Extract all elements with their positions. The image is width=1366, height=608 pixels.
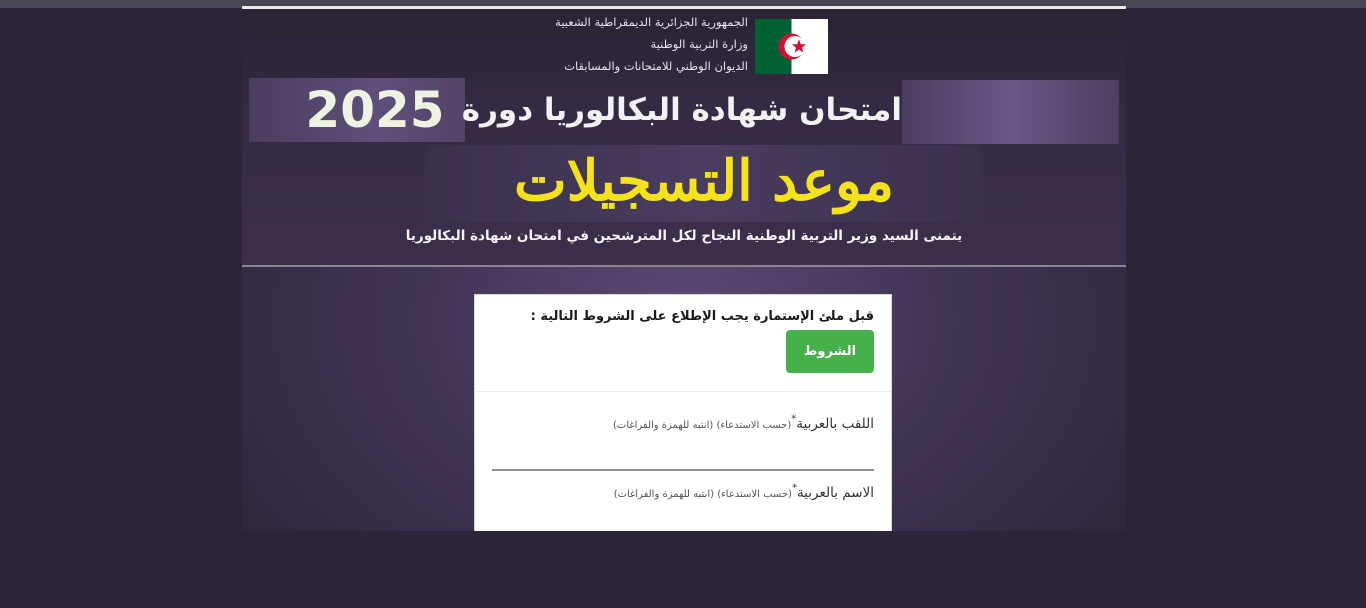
- minister-message: يتمنى السيد وزير التربية الوطنية النجاح …: [405, 228, 963, 244]
- banner-right: [902, 80, 1119, 144]
- surname-label-text: اللقب بالعربية: [796, 416, 874, 432]
- header: الجمهورية الجزائرية الديمقراطية الشعبية …: [242, 9, 1126, 267]
- surname-input[interactable]: [492, 445, 874, 471]
- main-frame: الجمهورية الجزائرية الديمقراطية الشعبية …: [242, 6, 1126, 531]
- ministry-text: وزارة التربية الوطنية: [650, 37, 748, 51]
- surname-hint: (حسب الاستدعاء) (انتبه للهمزة والفراغات): [613, 420, 792, 431]
- exam-title: امتحان شهادة البكالوريا دورة: [461, 92, 902, 128]
- registration-form: قبل ملئ الإستمارة يجب الإطلاع على الشروط…: [474, 294, 892, 531]
- lower-background: [236, 531, 1130, 608]
- surname-label: اللقب بالعربية*(حسب الاستدعاء) (انتبه لل…: [613, 413, 874, 432]
- firstname-hint: (حسب الاستدعاء) (انتبه للهمزة والفراغات): [613, 489, 792, 500]
- registration-title: موعد التسجيلات: [514, 148, 894, 214]
- republic-text: الجمهورية الجزائرية الديمقراطية الشعبية: [555, 15, 748, 29]
- terms-button[interactable]: الشروط: [786, 330, 874, 373]
- algeria-flag-icon: [755, 19, 828, 74]
- terms-notice: قبل ملئ الإستمارة يجب الإطلاع على الشروط…: [530, 309, 874, 324]
- firstname-label-text: الاسم بالعربية: [796, 485, 874, 501]
- card-divider: [475, 391, 891, 392]
- firstname-label: الاسم بالعربية*(حسب الاستدعاء) (انتبه لل…: [614, 482, 874, 501]
- office-text: الديوان الوطني للامتحانات والمسابقات: [564, 59, 748, 73]
- header-divider: [242, 265, 1126, 267]
